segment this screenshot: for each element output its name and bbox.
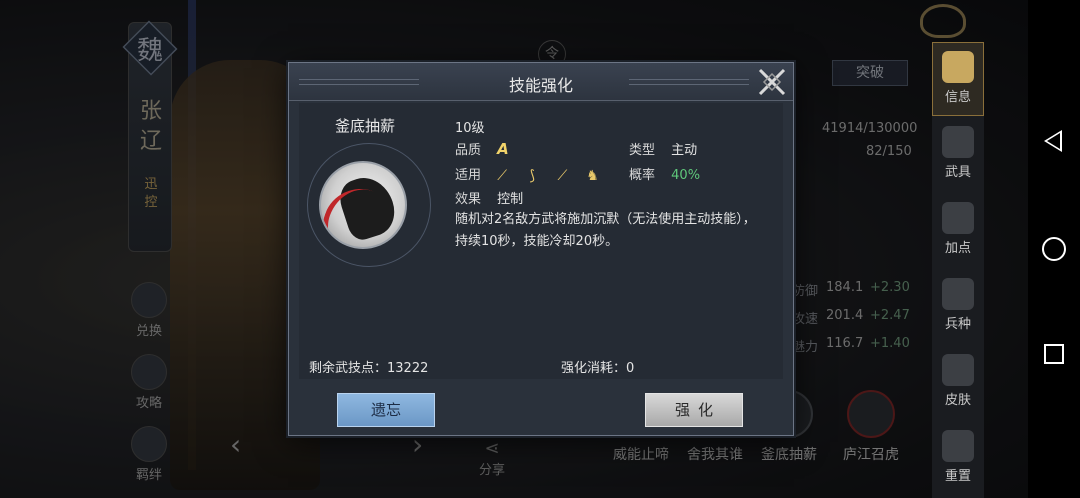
general-tag: 迅: [144, 177, 158, 192]
sword-icon: ⟋: [497, 167, 508, 184]
breakthrough-button[interactable]: 突破: [832, 60, 908, 86]
skill-enhance-dialog: 技能强化 釜底抽薪 10级 品质 A 类型 主动 适用 ⟋ ⟆ ⟋ ♞ 概率 4…: [288, 62, 794, 436]
sidebar-item-armor[interactable]: 武具: [932, 126, 984, 180]
bottom-skill-label: 舍我其谁: [687, 447, 743, 463]
spear-icon: ⟋: [557, 167, 568, 184]
skin-icon: [942, 354, 974, 386]
remaining-points-value: 13222: [387, 361, 429, 376]
general-name-char: 张: [139, 99, 162, 124]
general-name-char: 辽: [139, 129, 162, 154]
stat-value: 116.7: [826, 336, 864, 351]
skill-emblem-icon: [319, 161, 407, 249]
scroll-icon: [942, 51, 974, 83]
sidebar-item-info[interactable]: 信息: [932, 42, 984, 116]
sidebar-item-label: 重置: [944, 469, 971, 484]
bow-icon: ⟆: [529, 167, 536, 184]
sidebar-item-troop[interactable]: 兵种: [932, 278, 984, 332]
dialog-header: 技能强化: [289, 63, 793, 101]
share-label: 分享: [478, 463, 505, 478]
prev-arrow-icon[interactable]: ‹: [230, 428, 241, 461]
dialog-title: 技能强化: [508, 76, 573, 95]
armor-icon: [942, 126, 974, 158]
exchange-icon: [131, 282, 167, 318]
recents-icon[interactable]: [1044, 344, 1064, 364]
sidebar-item-reset[interactable]: 重置: [932, 430, 984, 484]
remaining-points-label: 剩余武技点：: [309, 361, 388, 376]
effect-row: 效果 控制: [455, 188, 523, 207]
horse-icon: ♞: [586, 167, 599, 184]
quality-value: A: [497, 140, 509, 158]
share-icon: ⋖: [484, 438, 500, 459]
remaining-points: 剩余武技点：13222: [309, 357, 428, 376]
sidebar-item-label: 信息: [944, 90, 971, 105]
quality-label: 品质: [455, 143, 482, 158]
enhance-button[interactable]: 强化: [645, 393, 743, 427]
probability-row: 概率 40%: [629, 164, 700, 183]
type-row: 类型 主动: [629, 139, 697, 158]
enhance-cost-value: 0: [626, 361, 635, 376]
bottom-skill-slot[interactable]: 庐江召虎: [836, 390, 906, 464]
home-icon[interactable]: [1042, 237, 1066, 261]
points-icon: [942, 202, 974, 234]
probability-value: 40%: [671, 168, 701, 183]
type-value: 主动: [671, 143, 698, 158]
sidebar-item-label: 皮肤: [944, 393, 971, 408]
stat-label: 魅力: [792, 340, 819, 355]
stat-value: 201.4: [826, 308, 864, 323]
bottom-skill-label: 庐江召虎: [843, 447, 899, 463]
stat-label: 攻速: [792, 312, 819, 327]
enhance-cost-label: 强化消耗：: [561, 361, 627, 376]
troop-icon: [942, 278, 974, 310]
bond-icon: [131, 426, 167, 462]
nav-label: 羁绊: [135, 468, 162, 483]
skill-name: 釜底抽薪: [335, 117, 396, 135]
effect-label: 效果: [455, 192, 482, 207]
applicable-label: 适用: [455, 168, 482, 183]
general-name-banner: 张 辽 迅 控: [128, 22, 172, 252]
dragon-logo-icon: [920, 4, 966, 38]
spear-decoration: [188, 0, 196, 470]
skill-icon: [847, 390, 895, 438]
sidebar-item-points[interactable]: 加点: [932, 202, 984, 256]
skill-level: 10级: [455, 121, 485, 136]
sidebar-item-label: 兵种: [944, 317, 971, 332]
nav-label: 攻略: [135, 396, 162, 411]
faction-label: 魏: [136, 36, 163, 66]
sidebar-item-label: 武具: [944, 165, 971, 180]
effect-value: 控制: [497, 192, 524, 207]
bottom-skill-label: 威能止啼: [613, 447, 669, 463]
exp-text: 41914/130000: [822, 121, 918, 136]
stat-value: 184.1: [826, 280, 864, 295]
enhance-cost: 强化消耗：0: [561, 357, 634, 376]
stat-label: 防御: [792, 284, 819, 299]
general-tag: 控: [144, 195, 158, 210]
share-button[interactable]: ⋖ 分享: [472, 438, 512, 478]
type-label: 类型: [629, 143, 656, 158]
reset-icon: [942, 430, 974, 462]
back-icon[interactable]: [1042, 130, 1062, 152]
nav-bond[interactable]: 羁绊: [124, 426, 174, 483]
stat-delta: +2.47: [870, 308, 910, 323]
guide-icon: [131, 354, 167, 390]
stat-delta: +2.30: [870, 280, 910, 295]
stat-delta: +1.40: [870, 336, 910, 351]
system-nav-bar: [1028, 0, 1080, 498]
forget-button[interactable]: 遗忘: [337, 393, 435, 427]
close-icon: [758, 68, 786, 96]
sidebar-item-skin[interactable]: 皮肤: [932, 354, 984, 408]
level-text: 82/150: [866, 144, 912, 159]
nav-label: 兑换: [135, 324, 162, 339]
probability-label: 概率: [629, 168, 656, 183]
sidebar-item-label: 加点: [944, 241, 971, 256]
nav-exchange[interactable]: 兑换: [124, 282, 174, 339]
applicable-row: 适用 ⟋ ⟆ ⟋ ♞: [455, 164, 610, 184]
skill-description: 随机对2名敌方武将施加沉默（无法使用主动技能），持续10秒，技能冷却20秒。: [455, 212, 756, 249]
right-sidebar: 信息 武具 加点 兵种 皮肤 重置: [932, 42, 984, 498]
close-button[interactable]: [755, 65, 789, 99]
nav-guide[interactable]: 攻略: [124, 354, 174, 411]
quality-row: 品质 A: [455, 139, 509, 158]
faction-badge: [122, 20, 178, 76]
bottom-skill-label: 釜底抽薪: [761, 447, 817, 463]
